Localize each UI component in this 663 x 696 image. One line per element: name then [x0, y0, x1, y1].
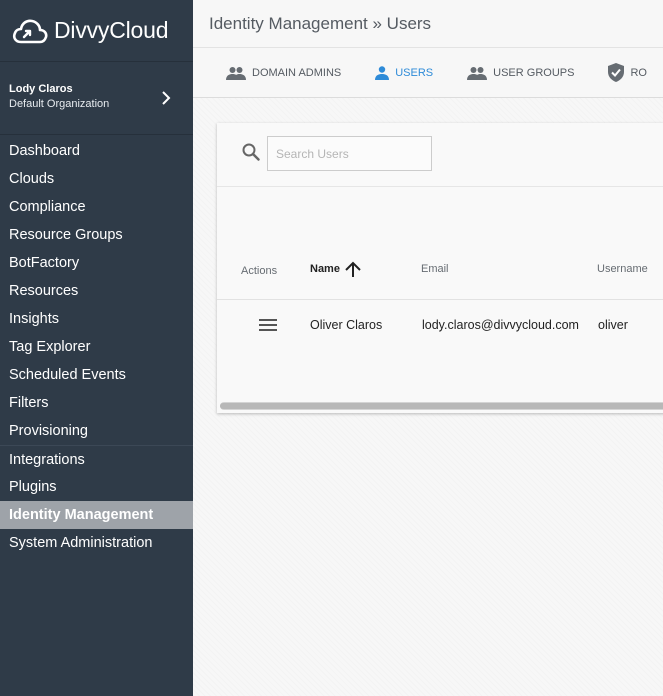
tab-label: RO [630, 66, 647, 79]
logo[interactable]: DivvyCloud [0, 0, 193, 62]
search-icon[interactable] [242, 143, 260, 161]
search-input[interactable] [267, 136, 432, 171]
sidebar-item-system-administration[interactable]: System Administration [0, 529, 193, 557]
sidebar-item-insights[interactable]: Insights [0, 305, 193, 333]
users-table-card: Actions Name Email Username Oliver Claro… [217, 123, 663, 413]
user-organization: Default Organization [9, 98, 110, 110]
sidebar-item-plugins[interactable]: Plugins [0, 473, 193, 501]
table-row[interactable]: Oliver Claros lody.claros@divvycloud.com… [217, 301, 663, 349]
sidebar-item-filters[interactable]: Filters [0, 389, 193, 417]
sidebar-item-resource-groups[interactable]: Resource Groups [0, 221, 193, 249]
tab-label: DOMAIN ADMINS [252, 66, 342, 79]
user-switcher[interactable]: Lody Claros Default Organization [0, 62, 193, 135]
cloud-logo-icon [12, 19, 48, 43]
sidebar-item-tag-explorer[interactable]: Tag Explorer [0, 333, 193, 361]
horizontal-scrollbar[interactable] [220, 402, 663, 410]
page-title: Identity Management » Users [193, 0, 663, 48]
sidebar-item-integrations[interactable]: Integrations [0, 445, 193, 473]
tab-bar: DOMAIN ADMINS USERS USER GROUPS RO [193, 48, 663, 98]
shield-check-icon [608, 63, 625, 82]
column-header-username[interactable]: Username [597, 263, 648, 275]
table-header: Actions Name Email Username [217, 253, 663, 300]
person-icon [375, 65, 390, 80]
sidebar-item-scheduled-events[interactable]: Scheduled Events [0, 361, 193, 389]
logo-text: DivvyCloud [54, 17, 169, 43]
sidebar-item-dashboard[interactable]: Dashboard [0, 137, 193, 165]
column-header-name[interactable]: Name [310, 263, 340, 275]
cell-email: lody.claros@divvycloud.com [422, 318, 579, 332]
scrollbar-thumb[interactable] [220, 403, 663, 409]
row-actions-menu-icon[interactable] [259, 319, 277, 332]
tab-domain-admins[interactable]: DOMAIN ADMINS [226, 66, 341, 80]
group-icon [467, 66, 488, 80]
sidebar-item-botfactory[interactable]: BotFactory [0, 249, 193, 277]
sidebar-item-clouds[interactable]: Clouds [0, 165, 193, 193]
column-header-actions: Actions [241, 265, 278, 277]
group-icon [226, 66, 246, 80]
sidebar-item-provisioning[interactable]: Provisioning [0, 417, 193, 445]
tab-user-groups[interactable]: USER GROUPS [467, 66, 574, 80]
tab-label: USER GROUPS [493, 66, 575, 79]
main-content: Identity Management » Users DOMAIN ADMIN… [193, 0, 663, 696]
cell-name: Oliver Claros [310, 318, 383, 332]
tab-label: USERS [395, 66, 434, 79]
column-header-email[interactable]: Email [421, 263, 449, 275]
sidebar-item-identity-management[interactable]: Identity Management [0, 501, 193, 529]
user-name: Lody Claros [9, 83, 73, 95]
chevron-right-icon[interactable] [161, 90, 171, 106]
sidebar-item-compliance[interactable]: Compliance [0, 193, 193, 221]
arrow-up-icon[interactable] [344, 261, 362, 278]
tab-users[interactable]: USERS [375, 65, 434, 80]
cell-username: oliver [598, 318, 628, 332]
sidebar: DivvyCloud Lody Claros Default Organizat… [0, 0, 193, 696]
sidebar-nav: Dashboard Clouds Compliance Resource Gro… [0, 135, 193, 557]
sidebar-item-resources[interactable]: Resources [0, 277, 193, 305]
search-bar [217, 123, 663, 187]
tab-roles[interactable]: RO [608, 63, 647, 82]
